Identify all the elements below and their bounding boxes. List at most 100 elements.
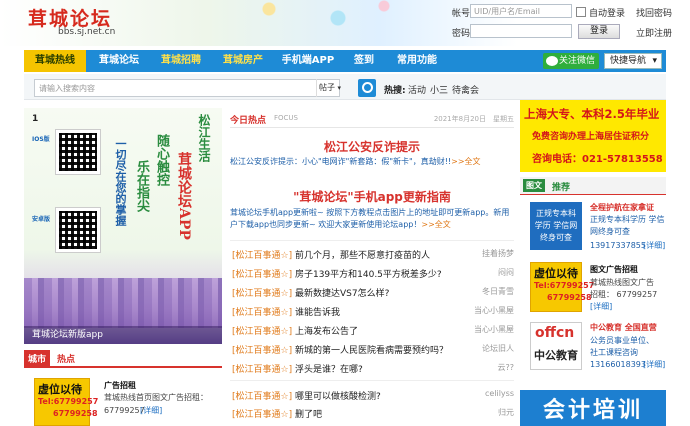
recommend-tag: 图文 bbox=[523, 179, 545, 192]
recommend-detail-1[interactable]: [详细] bbox=[643, 240, 665, 252]
accounting-training-banner[interactable]: 会计培训 bbox=[520, 390, 666, 426]
nav-item-signin[interactable]: 签到 bbox=[342, 50, 386, 72]
poster-text-songjiang: 松江生活 bbox=[197, 114, 211, 162]
ad-tel-text-2: 67799258 bbox=[53, 409, 98, 418]
offcn-name: 中公教育 bbox=[534, 349, 578, 362]
follow-wechat-label: 关注微信 bbox=[558, 56, 595, 66]
nav-item-hotline[interactable]: 茸城热线 bbox=[24, 50, 86, 72]
slide-caption[interactable]: 茸城论坛新版app bbox=[24, 326, 222, 344]
search-type-select[interactable]: 帖子 ▾ bbox=[316, 79, 351, 97]
poster-text-app: 茸城论坛APP bbox=[176, 152, 192, 240]
recommend-detail-2[interactable]: [详细] bbox=[590, 301, 612, 313]
wechat-icon bbox=[546, 56, 558, 66]
login-button[interactable]: 登录 bbox=[578, 24, 620, 39]
divider bbox=[230, 380, 514, 381]
news-row[interactable]: [松江百事通☆] 浮头是谁？在哪? 云?? bbox=[232, 362, 514, 376]
banner-line-1: 上海大专、本科2.5年毕业 bbox=[524, 107, 660, 121]
recommend-title-1[interactable]: 全程护航在家拿证 bbox=[590, 202, 654, 213]
news-row[interactable]: [松江百事通☆] 哪里可以做核酸检测? celilyss bbox=[232, 389, 514, 403]
headline-app-guide[interactable]: "茸城论坛"手机app更新指南 bbox=[230, 188, 514, 205]
nav-item-common[interactable]: 常用功能 bbox=[386, 50, 448, 72]
auto-login-checkbox[interactable] bbox=[576, 7, 586, 17]
retrieve-password-link[interactable]: 找回密码 bbox=[636, 6, 672, 19]
poster-text-fingertip: 乐在指尖 bbox=[134, 160, 149, 212]
chevron-down-icon: ▾ bbox=[337, 84, 342, 92]
search-button[interactable] bbox=[358, 79, 376, 97]
nav-item-app[interactable]: 手机端APP bbox=[274, 50, 342, 72]
education-ad-banner[interactable]: 上海大专、本科2.5年毕业 免费咨询办理上海居住证积分 咨询电话：021-578… bbox=[520, 100, 666, 172]
quick-nav-dropdown[interactable]: 快捷导航 ▾ bbox=[604, 53, 662, 69]
recommend-desc-3b: 社工课程咨询 bbox=[590, 348, 638, 357]
search-type-label: 帖子 bbox=[319, 83, 335, 92]
ios-qr-code bbox=[55, 129, 101, 175]
city-ad-desc: 茸城热线首页图文广告招租： bbox=[104, 393, 208, 402]
recommend-phone-3: 13166018393 bbox=[590, 360, 646, 369]
city-hot-title: 热点 bbox=[57, 355, 76, 365]
password-input[interactable] bbox=[470, 24, 572, 38]
nav-item-forum[interactable]: 茸城论坛 bbox=[88, 50, 150, 72]
follow-wechat-button[interactable]: 关注微信 bbox=[543, 53, 599, 69]
today-hot-title: 今日热点 bbox=[230, 116, 267, 126]
more-link[interactable]: >>全文 bbox=[451, 157, 480, 166]
news-row[interactable]: [松江百事通☆] 删了吧 归元 bbox=[232, 407, 514, 421]
account-label: 帐号 bbox=[452, 9, 471, 19]
blurb-police: 松江公安反诈提示：小心"电网诈"新套路：假"新卡"，真劫财!!>>全文 bbox=[230, 157, 481, 166]
city-ad-title[interactable]: 广告招租 bbox=[104, 380, 136, 391]
news-row[interactable]: [松江百事通☆] 最新数捷达VS7怎么样? 冬日青雪 bbox=[232, 286, 514, 300]
today-hot-en: FOCUS bbox=[274, 114, 298, 122]
city-hot-header: 城市 热点 bbox=[24, 350, 222, 368]
chevron-down-icon: ▾ bbox=[652, 56, 657, 66]
search-input[interactable]: 请输入搜索内容 bbox=[34, 79, 340, 97]
today-hot-header: 今日热点 FOCUS 2021年8月20日 星期五 bbox=[230, 112, 514, 128]
city-skyline-illustration bbox=[24, 278, 222, 328]
android-label: 安卓版 bbox=[32, 216, 51, 223]
offcn-logo: offcn bbox=[535, 325, 575, 341]
recommend-detail-3[interactable]: [详细] bbox=[643, 359, 665, 371]
register-link[interactable]: 立即注册 bbox=[636, 26, 672, 39]
hot-link-1[interactable]: 活动 bbox=[408, 83, 426, 96]
city-tag: 城市 bbox=[24, 350, 51, 367]
poster-text-touch: 随心触控 bbox=[154, 134, 169, 186]
recommend-desc-2: 茸城热线图文广告 bbox=[590, 278, 654, 287]
account-input[interactable]: UID/用户名/Email bbox=[470, 4, 572, 18]
nav-item-realestate[interactable]: 茸城房产 bbox=[212, 50, 274, 72]
banner-line-3: 咨询电话：021-57813558 bbox=[532, 154, 663, 165]
poster-text-control: 一切尽在您的掌握 bbox=[114, 138, 127, 226]
quick-nav-label: 快捷导航 bbox=[610, 56, 647, 66]
site-header: 茸城论坛 bbs.sj.net.cn 帐号 UID/用户名/Email 自动登录… bbox=[0, 0, 690, 46]
recommend-title-3[interactable]: 中公教育 全国直营 bbox=[590, 322, 657, 333]
more-link[interactable]: >>全文 bbox=[421, 220, 450, 229]
android-qr-code bbox=[55, 207, 101, 253]
city-ad-image[interactable]: 虚位以待 Tel:67799257 67799258 bbox=[34, 378, 98, 426]
recommend-thumb-3[interactable]: offcn 中公教育 bbox=[530, 322, 582, 370]
hot-link-3[interactable]: 待禽会 bbox=[452, 83, 479, 96]
hot-search-label: 热搜: bbox=[384, 86, 406, 96]
ios-label: IOS版 bbox=[32, 136, 50, 143]
recommend-phone-1: 13917337855 bbox=[590, 241, 646, 250]
city-ad-phone: 67799257 bbox=[104, 406, 145, 415]
nav-item-jobs[interactable]: 茸城招聘 bbox=[150, 50, 212, 72]
site-url: bbs.sj.net.cn bbox=[58, 27, 116, 37]
recommend-title-2[interactable]: 图文广告招租 bbox=[590, 264, 638, 275]
app-promo-slide[interactable]: 1 IOS版 安卓版 松江生活 茸城论坛APP 随心触控 乐在指尖 一切尽在您的… bbox=[24, 108, 222, 344]
city-ad-detail-link[interactable]: [详细] bbox=[140, 405, 162, 417]
ad-tel-text: Tel:67799257 bbox=[38, 397, 99, 406]
recommend-thumb-1[interactable]: 正规专本科学历 学信网终身可查 bbox=[530, 202, 582, 250]
slide-number: 1 bbox=[32, 114, 39, 124]
news-row[interactable]: [松江百事通☆] 房子139平方和140.5平方税差多少? 闷闷 bbox=[232, 267, 514, 281]
news-row[interactable]: [松江百事通☆] 谁能告诉我 当心小黑屋 bbox=[232, 305, 514, 319]
ad-vacancy-text: 虚位以待 bbox=[38, 383, 82, 396]
recommend-desc-1: 正规专本科学历 学信网终身可查 bbox=[590, 215, 665, 236]
recommend-thumb-2[interactable]: 虚位以待 Tel:67799257 67799258 bbox=[530, 262, 594, 312]
auto-login-label: 自动登录 bbox=[589, 9, 626, 19]
today-date: 2021年8月20日 星期五 bbox=[433, 115, 514, 123]
blurb-app-guide: 茸城论坛手机app更新啦~ 按照下方教程点击图片上的地址即可更新app。新用户下… bbox=[230, 208, 510, 229]
news-row[interactable]: [松江百事通☆] 前几个月，那些不愿意打疫苗的人 挂着扬梦 bbox=[232, 248, 514, 262]
headline-police[interactable]: 松江公安反诈提示 bbox=[230, 138, 514, 155]
news-row[interactable]: [松江百事通☆] 新城的第一人民医院看病需要预约吗？ 论坛旧人 bbox=[232, 343, 514, 357]
recommend-header: 图文 推荐 bbox=[520, 177, 666, 195]
banner-line-2: 免费咨询办理上海居住证积分 bbox=[532, 132, 650, 142]
hot-link-2[interactable]: 小三 bbox=[430, 83, 448, 96]
recommend-desc-2b: 招租： 67799257 bbox=[590, 290, 658, 299]
news-row[interactable]: [松江百事通☆] 上海发布公告了 当心小黑屋 bbox=[232, 324, 514, 338]
